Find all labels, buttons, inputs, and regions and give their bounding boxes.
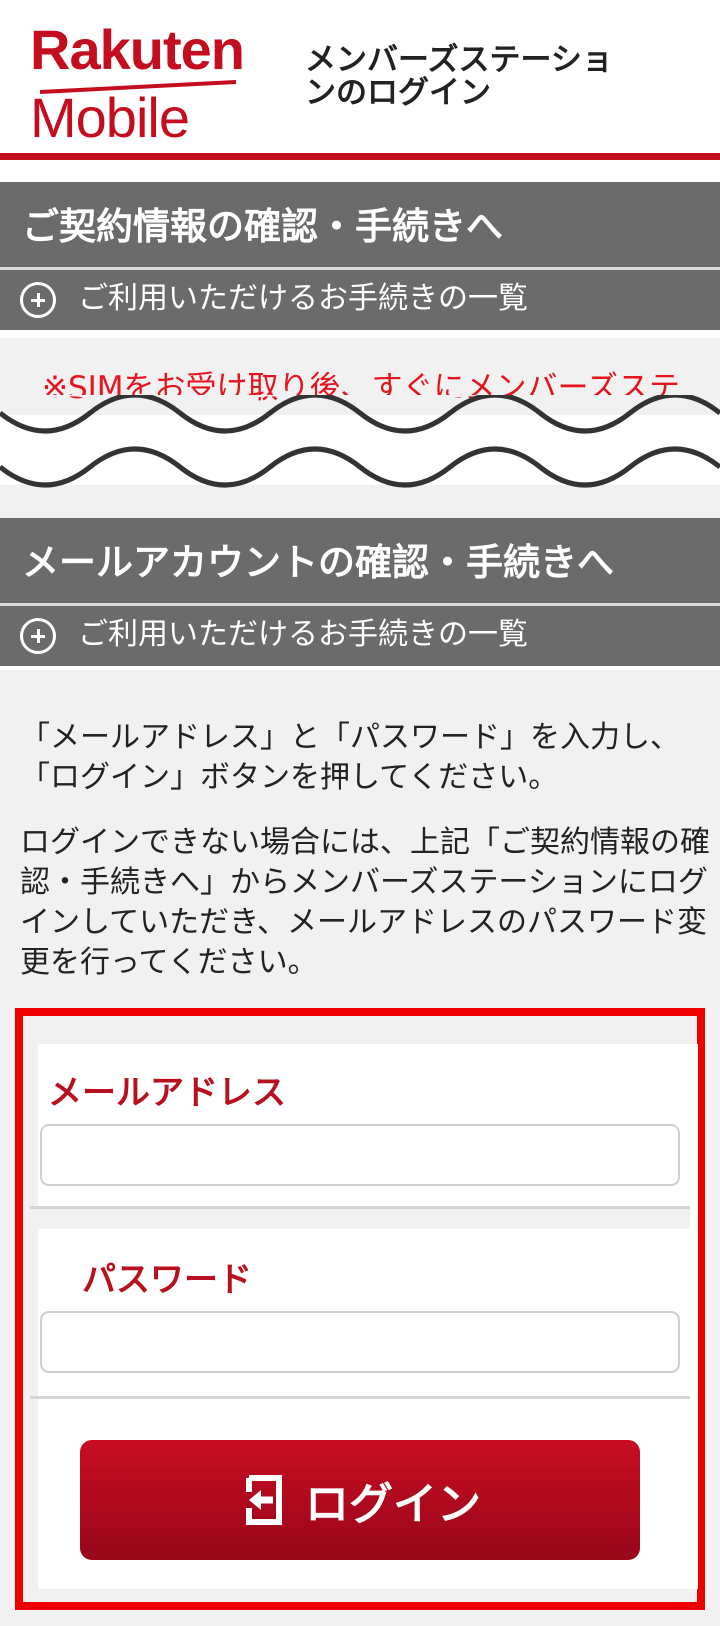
- mail-procedures-label: ご利用いただけるお手続きの一覧: [78, 617, 528, 652]
- field-divider: [30, 1396, 690, 1399]
- login-button[interactable]: ログイン: [80, 1440, 640, 1560]
- email-field[interactable]: [40, 1124, 680, 1186]
- wave-separator: [0, 395, 720, 488]
- contract-section: ご契約情報の確認・手続きへ ご利用いただけるお手続きの一覧: [0, 182, 720, 330]
- contract-procedures-link[interactable]: ご利用いただけるお手続きの一覧: [0, 270, 720, 330]
- mail-account-section: メールアカウントの確認・手続きへ ご利用いただけるお手続きの一覧: [0, 518, 720, 666]
- mail-procedures-link[interactable]: ご利用いただけるお手続きの一覧: [0, 606, 720, 666]
- logo-text-rakuten: Rakuten: [30, 18, 245, 81]
- page-header: Rakuten Mobile メンバーズステーションのログイン: [0, 0, 720, 160]
- mail-account-section-title[interactable]: メールアカウントの確認・手続きへ: [0, 518, 720, 606]
- login-button-label: ログイン: [305, 1479, 481, 1530]
- plus-circle-icon: [20, 618, 56, 654]
- contract-section-title[interactable]: ご契約情報の確認・手続きへ: [0, 182, 720, 270]
- page-title: メンバーズステーションのログイン: [305, 42, 613, 111]
- field-divider-gap: [30, 1209, 690, 1229]
- login-help-text: ログインできない場合には、上記「ご契約情報の確認・手続きへ」からメンバーズステー…: [20, 825, 710, 980]
- plus-circle-icon: [20, 282, 56, 318]
- password-label: パスワード: [82, 1260, 252, 1300]
- instruction-text: 「メールアドレス」と「パスワード」を入力し、「ログイン」ボタンを押してください。: [20, 720, 680, 795]
- password-field[interactable]: [40, 1311, 680, 1373]
- login-door-icon: [246, 1475, 282, 1525]
- logo-text-mobile: Mobile: [30, 86, 190, 149]
- contract-procedures-label: ご利用いただけるお手続きの一覧: [78, 281, 528, 316]
- rakuten-mobile-logo[interactable]: Rakuten Mobile: [30, 18, 260, 149]
- email-label: メールアドレス: [48, 1073, 286, 1113]
